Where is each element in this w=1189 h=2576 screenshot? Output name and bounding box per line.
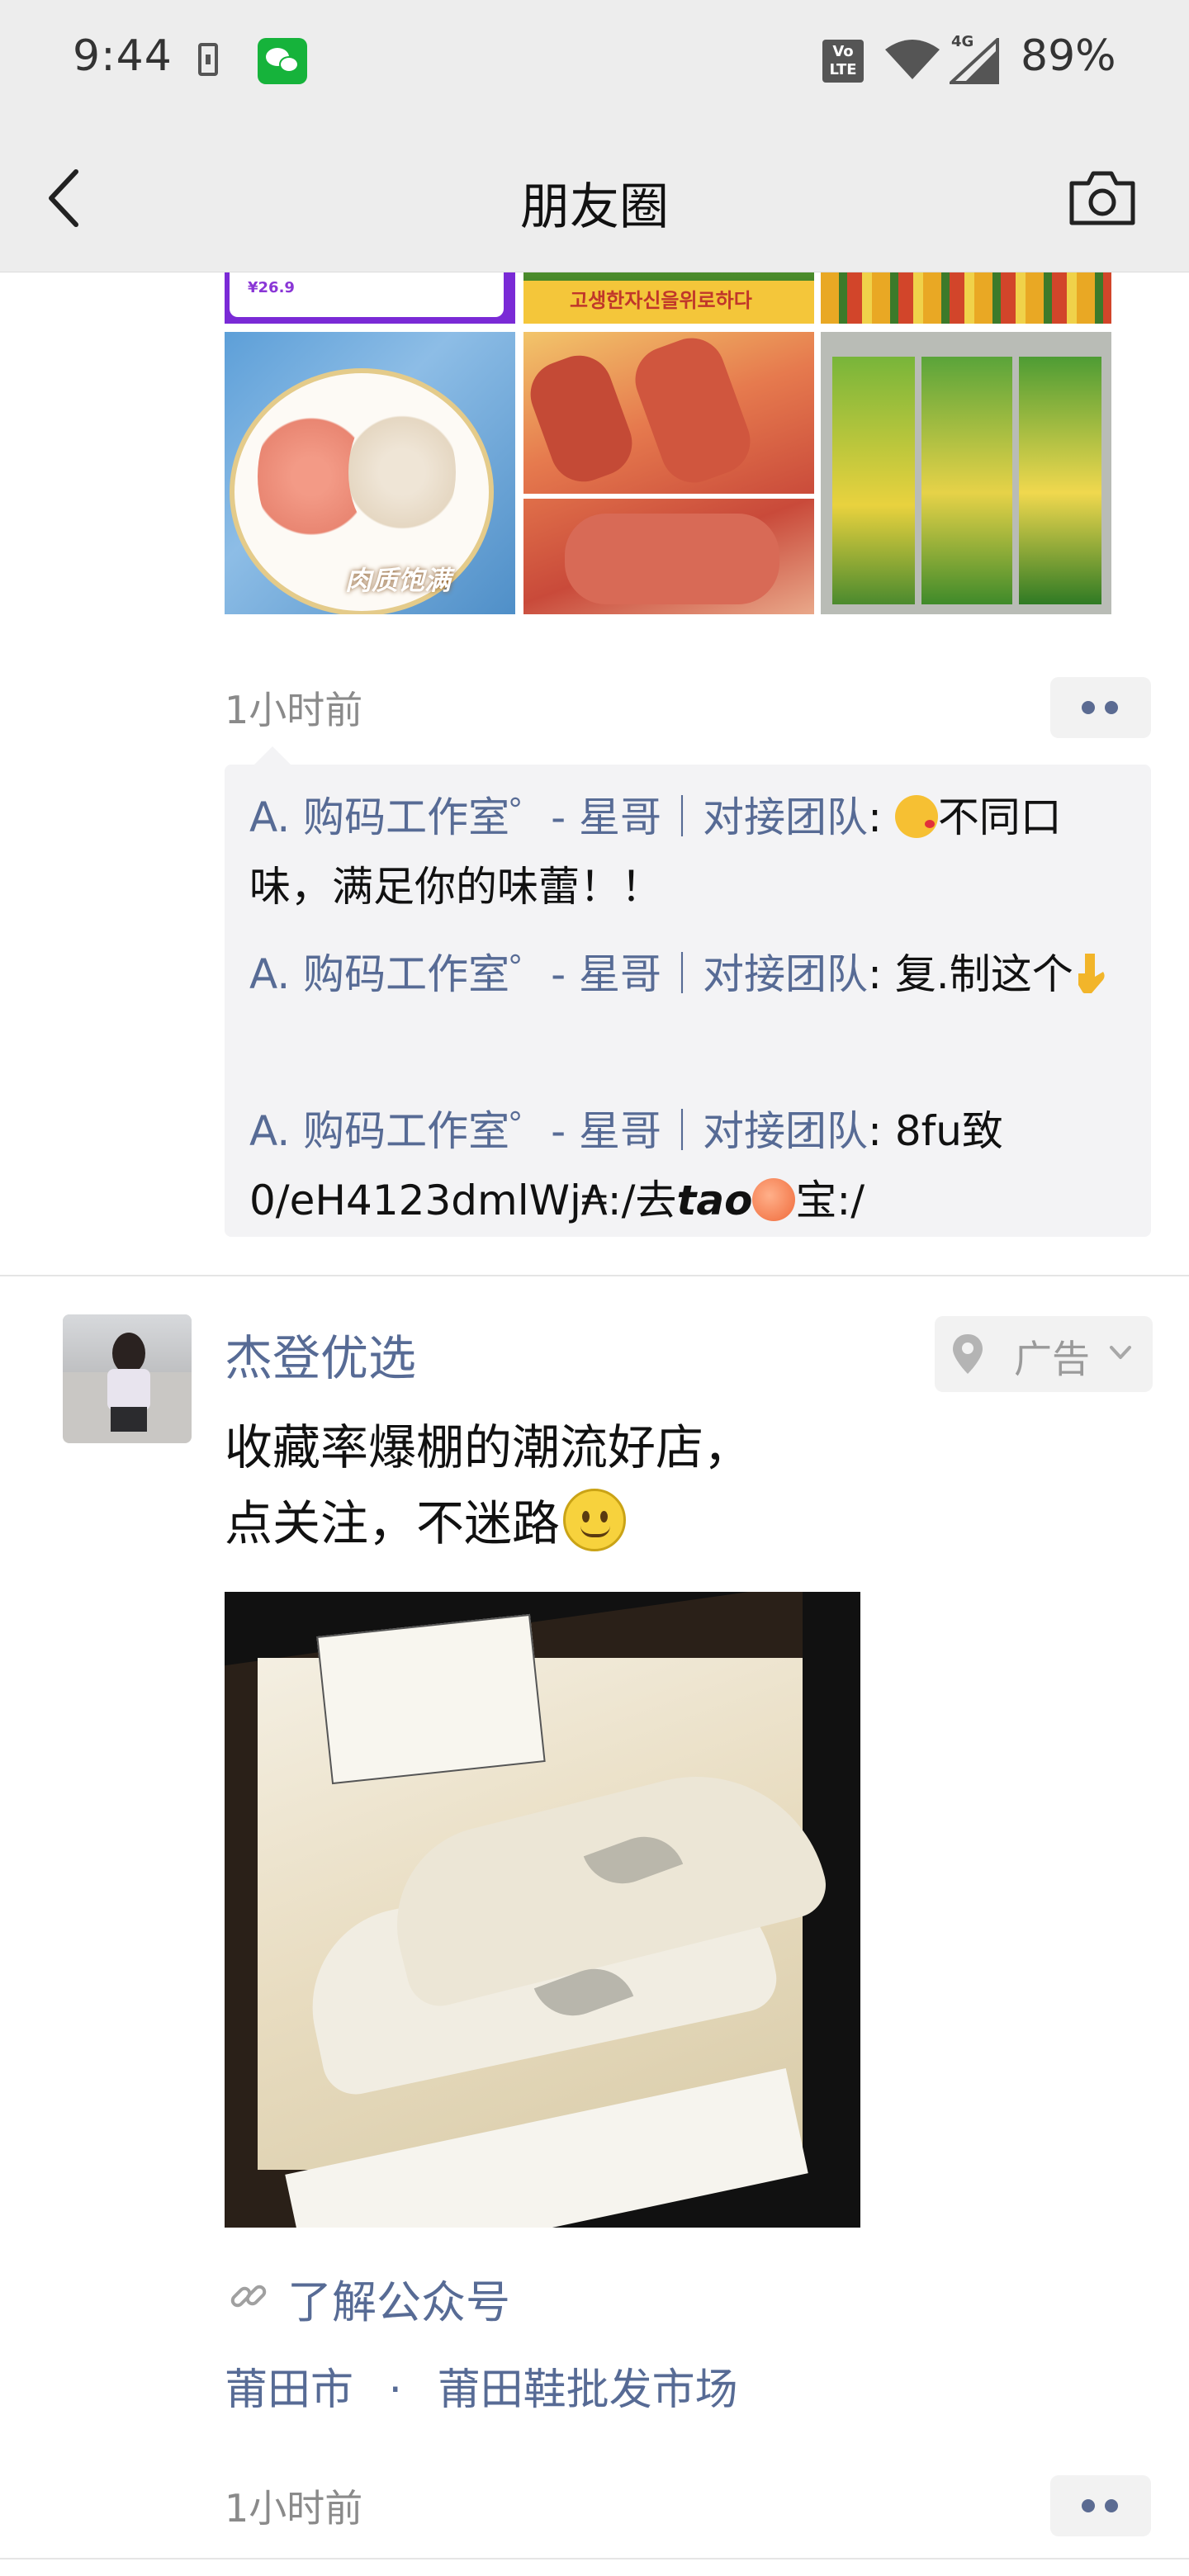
- avatar[interactable]: [63, 1314, 192, 1443]
- pointing-down-emoji: [1078, 954, 1105, 993]
- battery-percent: 89%: [1021, 31, 1116, 81]
- post-text-line: 收藏率爆棚的潮流好店，: [225, 1419, 752, 1475]
- comment-author[interactable]: A. 购码工作室゜- 星哥｜对接团队: [249, 793, 868, 841]
- comment-separator: :: [868, 1107, 895, 1155]
- camera-icon[interactable]: [1065, 165, 1139, 231]
- comment-bold-text: tao: [676, 1177, 753, 1224]
- volte-icon: Vo LTE: [822, 40, 864, 83]
- post-photo-korean-banner[interactable]: 고생한자신을위로하다: [523, 272, 814, 324]
- nav-bar: 朋友圈: [0, 124, 1189, 272]
- post-time: 1小时前: [225, 688, 363, 732]
- location-place[interactable]: 莆田鞋批发市场: [438, 2365, 738, 2415]
- ad-tag[interactable]: 广告: [935, 1316, 1153, 1392]
- post-divider: [0, 1275, 1189, 1276]
- comment-item[interactable]: A. 购码工作室゜- 星哥｜对接团队: 8fu致0/eH4123dmlWj₳:/…: [249, 1096, 1133, 1235]
- post-photo-packaged-sausage[interactable]: [821, 332, 1111, 614]
- wifi-icon: [885, 40, 940, 79]
- link-text[interactable]: 了解公众号: [287, 2266, 510, 2331]
- post-photo-promo[interactable]: ¥26.9: [225, 272, 515, 324]
- comment-separator: :: [868, 950, 895, 998]
- post-photo-sausage-sticks[interactable]: [821, 272, 1111, 324]
- chevron-down-icon: [1110, 1346, 1131, 1359]
- location-pin-icon: [953, 1334, 983, 1374]
- comment-separator: :: [868, 793, 895, 841]
- sneakers-photo[interactable]: [225, 1592, 860, 2228]
- post-author-name[interactable]: 杰登优选: [225, 1319, 416, 1389]
- status-time: 9:44: [73, 31, 173, 81]
- post-divider: [0, 2558, 1189, 2559]
- price-tag: ¥26.9: [248, 279, 295, 296]
- comment-item[interactable]: A. 购码工作室゜- 星哥｜对接团队: 不同口味，满足你的味蕾！！: [249, 783, 1133, 921]
- comment-text: 宝:/: [795, 1177, 865, 1224]
- location-city[interactable]: 莆田市: [225, 2365, 353, 2415]
- plate-caption: 肉质饱满: [345, 565, 452, 596]
- location-dot: ·: [388, 2365, 403, 2415]
- post-time: 1小时前: [225, 2486, 363, 2531]
- page-title: 朋友圈: [520, 178, 669, 236]
- more-options-button[interactable]: [1050, 677, 1151, 738]
- network-type-label: 4G: [951, 33, 974, 50]
- wechat-notification-icon: [258, 38, 307, 84]
- comment-author[interactable]: A. 购码工作室゜- 星哥｜对接团队: [249, 950, 868, 998]
- korean-banner-text: 고생한자신을위로하다: [570, 289, 752, 312]
- peach-emoji: [752, 1178, 796, 1221]
- post-text-line2: 点关注，不迷路: [225, 1495, 561, 1551]
- comments-section: A. 购码工作室゜- 星哥｜对接团队: 不同口味，满足你的味蕾！！ A. 购码工…: [225, 746, 1151, 1237]
- comment-text: 复.制这个: [894, 950, 1073, 998]
- comment-author[interactable]: A. 购码工作室゜- 星哥｜对接团队: [249, 1107, 868, 1155]
- post-text-line: 点关注，不迷路: [225, 1485, 1050, 1554]
- post-photo-grilled-sausage[interactable]: [523, 332, 814, 614]
- sim-download-icon: [198, 43, 218, 76]
- status-bar: 9:44 Vo LTE 4G 89%: [0, 0, 1189, 124]
- comment-item[interactable]: A. 购码工作室゜- 星哥｜对接团队: 复.制这个: [249, 940, 1133, 1009]
- smiling-face-emoji: [563, 1489, 627, 1551]
- more-options-button[interactable]: [1050, 2475, 1151, 2536]
- kissing-face-emoji: [894, 795, 938, 838]
- post-photo-sliced-plate[interactable]: 肉质饱满: [225, 332, 515, 614]
- location-tag[interactable]: 莆田市 · 莆田鞋批发市场: [225, 2355, 738, 2417]
- link-icon: [230, 2285, 267, 2308]
- ad-label: 广告: [1014, 1337, 1090, 1381]
